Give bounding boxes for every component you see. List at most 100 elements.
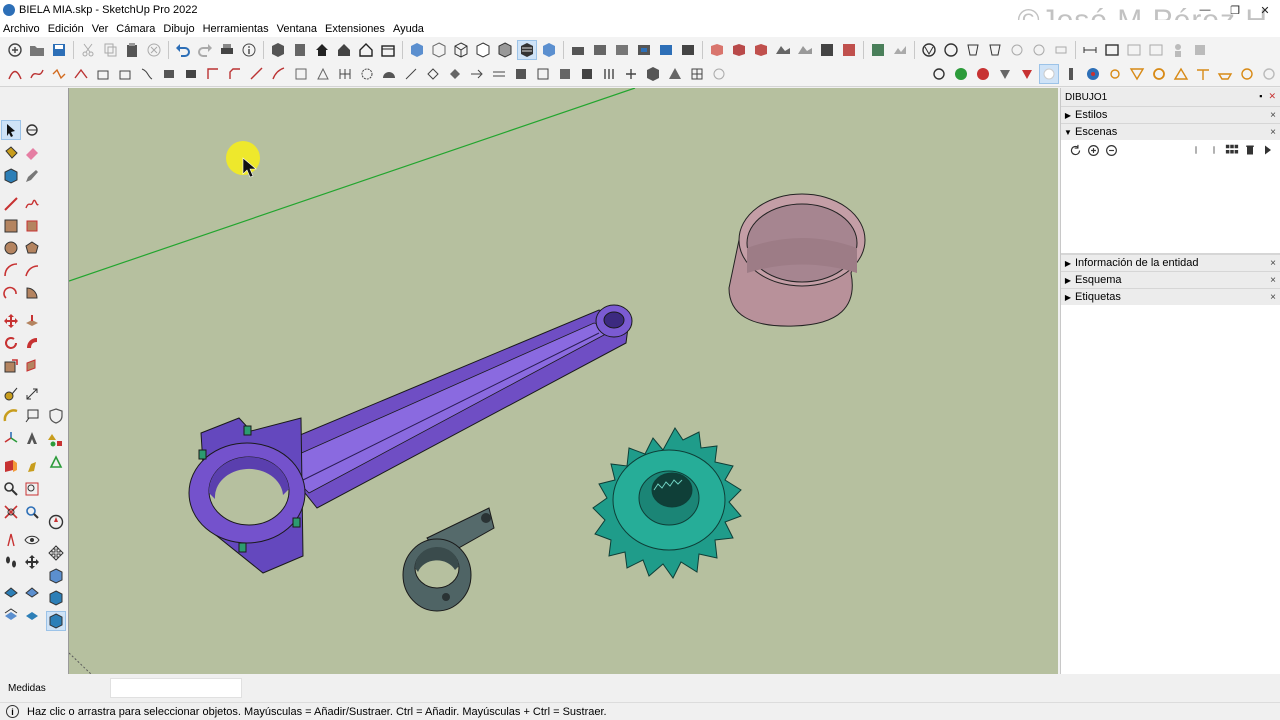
sandbox-button-1[interactable] (773, 40, 793, 60)
move-tool[interactable] (1, 311, 21, 331)
large-tool-cube[interactable] (46, 566, 66, 586)
bezier-button[interactable] (27, 64, 47, 84)
pencil-tool[interactable] (22, 166, 42, 186)
modeling-viewport[interactable] (68, 88, 1058, 674)
circle-tool[interactable] (1, 238, 21, 258)
sphere-green-button[interactable] (951, 64, 971, 84)
previous-view-tool[interactable] (22, 502, 42, 522)
remove-scene-button[interactable] (1103, 142, 1119, 158)
render-button[interactable] (1083, 64, 1103, 84)
spline-button[interactable] (49, 64, 69, 84)
trimble-connect-button[interactable] (919, 40, 939, 60)
pie-tool[interactable] (22, 283, 42, 303)
people-button[interactable] (1168, 40, 1188, 60)
advanced-camera-button-2[interactable] (985, 40, 1005, 60)
move-scene-up-button[interactable] (1188, 142, 1204, 158)
solid-inspector-button[interactable] (929, 64, 949, 84)
polygon-tool[interactable] (22, 238, 42, 258)
shape-tool-button-12[interactable] (643, 64, 663, 84)
walk-tool[interactable] (22, 456, 42, 476)
sun-button-7[interactable] (1237, 64, 1257, 84)
trimble-sync-button[interactable] (941, 40, 961, 60)
shape-tool-button-7[interactable] (533, 64, 553, 84)
protractor-tool[interactable] (1, 406, 21, 426)
zoom-tool[interactable] (1, 479, 21, 499)
3d-text-tool[interactable] (22, 428, 42, 448)
large-tool-shield[interactable] (46, 406, 66, 426)
light-button[interactable] (1039, 64, 1059, 84)
layout-window-button[interactable] (1102, 40, 1122, 60)
panel-close-icon[interactable]: × (1270, 275, 1276, 286)
extrude-button-3[interactable] (115, 64, 135, 84)
panel-close-icon[interactable]: × (1270, 127, 1276, 138)
tray-pin-icon[interactable]: ▪ (1259, 91, 1262, 102)
hidden-line-button[interactable] (473, 40, 493, 60)
panel-estilos[interactable]: ▶ Estilos × (1061, 106, 1280, 123)
pan-tool[interactable] (22, 552, 42, 572)
look-around-tool[interactable] (22, 530, 42, 550)
menu-edicion[interactable]: Edición (44, 23, 88, 35)
warehouse-button-1[interactable] (590, 40, 610, 60)
material-button-2[interactable] (1017, 64, 1037, 84)
monochrome-button[interactable] (539, 40, 559, 60)
menu-ventana[interactable]: Ventana (273, 23, 321, 35)
panel-escenas[interactable]: ▼ Escenas × (1061, 123, 1280, 140)
extrude-button-6[interactable] (181, 64, 201, 84)
panel-informacion-entidad[interactable]: ▶ Información de la entidad × (1061, 254, 1280, 271)
delete-scene-button[interactable] (1242, 142, 1258, 158)
edge-tool-button-1[interactable] (247, 64, 267, 84)
menu-ver[interactable]: Ver (88, 23, 113, 35)
shape-tool-button-4[interactable] (467, 64, 487, 84)
wireframe-button[interactable] (451, 40, 471, 60)
curviloft-button[interactable] (5, 64, 25, 84)
print-button[interactable] (217, 40, 237, 60)
orbit-tool[interactable] (22, 120, 42, 140)
sun-button-5[interactable] (1193, 64, 1213, 84)
shape-tool-button-8[interactable] (555, 64, 575, 84)
advanced-camera-button-3[interactable] (1007, 40, 1027, 60)
open-file-button[interactable] (27, 40, 47, 60)
warehouse-button-2[interactable] (612, 40, 632, 60)
shape-tool-button-14[interactable] (687, 64, 707, 84)
menu-herramientas[interactable]: Herramientas (199, 23, 273, 35)
back-edges-button[interactable] (429, 40, 449, 60)
move-scene-down-button[interactable] (1206, 142, 1222, 158)
extrude-button-5[interactable] (159, 64, 179, 84)
section-display-button[interactable] (839, 40, 859, 60)
xray-button[interactable] (407, 40, 427, 60)
edge-tool-button-2[interactable] (269, 64, 289, 84)
connecting-rod-model[interactable] (188, 304, 633, 574)
shape-tool-button-5[interactable] (489, 64, 509, 84)
sun-button-6[interactable] (1215, 64, 1235, 84)
advanced-camera-button-1[interactable] (963, 40, 983, 60)
redo-button[interactable] (195, 40, 215, 60)
chamfer-button[interactable] (225, 64, 245, 84)
close-button[interactable]: ✕ (1250, 0, 1280, 20)
shape-tool-button-1[interactable] (401, 64, 421, 84)
paste-button[interactable] (122, 40, 142, 60)
shape-tool-button-15[interactable] (709, 64, 729, 84)
push-pull-tool[interactable] (22, 311, 42, 331)
measurements-input[interactable] (110, 678, 242, 698)
extrude-button-1[interactable] (71, 64, 91, 84)
large-tool-compass[interactable] (46, 512, 66, 532)
erase-selection-button[interactable] (144, 40, 164, 60)
scene-canvas[interactable] (69, 88, 1058, 674)
top-view-button[interactable] (290, 40, 310, 60)
section-plane-tool[interactable] (1, 456, 21, 476)
solid-subtract-button[interactable] (729, 40, 749, 60)
large-tool-tree[interactable] (46, 453, 66, 473)
material-button-1[interactable] (995, 64, 1015, 84)
panel-etiquetas[interactable]: ▶ Etiquetas × (1061, 288, 1280, 305)
sphere-red-button[interactable] (973, 64, 993, 84)
paint-bucket-tool[interactable] (1, 143, 21, 163)
copy-button[interactable] (100, 40, 120, 60)
shape-tool-button-3[interactable] (445, 64, 465, 84)
extension-warehouse-button[interactable] (656, 40, 676, 60)
extrude-button-4[interactable] (137, 64, 157, 84)
position-camera-tool[interactable] (1, 530, 21, 550)
cut-button[interactable] (78, 40, 98, 60)
model-info-button[interactable] (239, 40, 259, 60)
menu-dibujo[interactable]: Dibujo (159, 23, 198, 35)
footprints-tool[interactable] (1, 552, 21, 572)
